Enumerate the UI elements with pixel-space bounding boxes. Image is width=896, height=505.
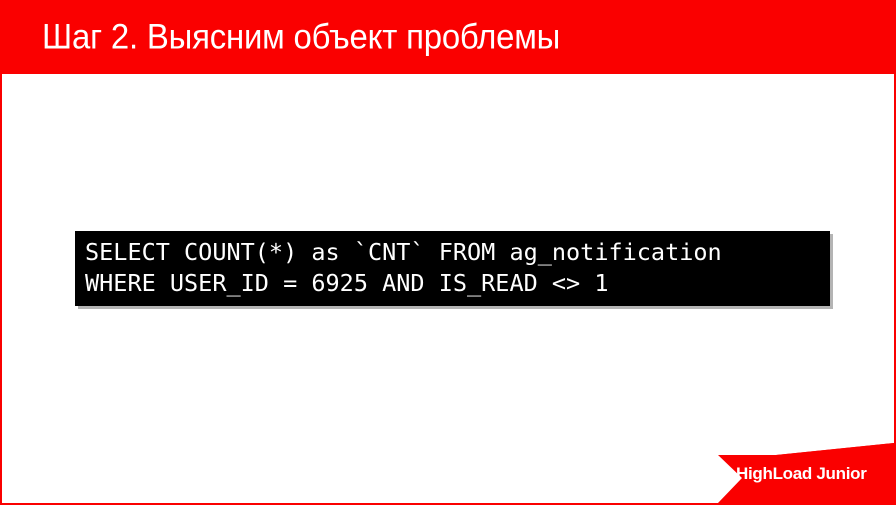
code-line: SELECT COUNT(*) as `CNT` FROM ag_notific… bbox=[85, 238, 722, 266]
slide-content-area: SELECT COUNT(*) as `CNT` FROM ag_notific… bbox=[2, 74, 894, 503]
sql-code-block: SELECT COUNT(*) as `CNT` FROM ag_notific… bbox=[75, 231, 830, 306]
logo-text: HighLoad Junior bbox=[736, 464, 867, 484]
highload-junior-logo: HighLoad Junior bbox=[698, 443, 894, 503]
slide-header-band: Шаг 2. Выясним объект проблемы bbox=[0, 0, 896, 74]
code-line: WHERE USER_ID = 6925 AND IS_READ <> 1 bbox=[85, 269, 609, 297]
page-title: Шаг 2. Выясним объект проблемы bbox=[42, 17, 561, 57]
presentation-slide: Шаг 2. Выясним объект проблемы SELECT CO… bbox=[0, 0, 896, 505]
